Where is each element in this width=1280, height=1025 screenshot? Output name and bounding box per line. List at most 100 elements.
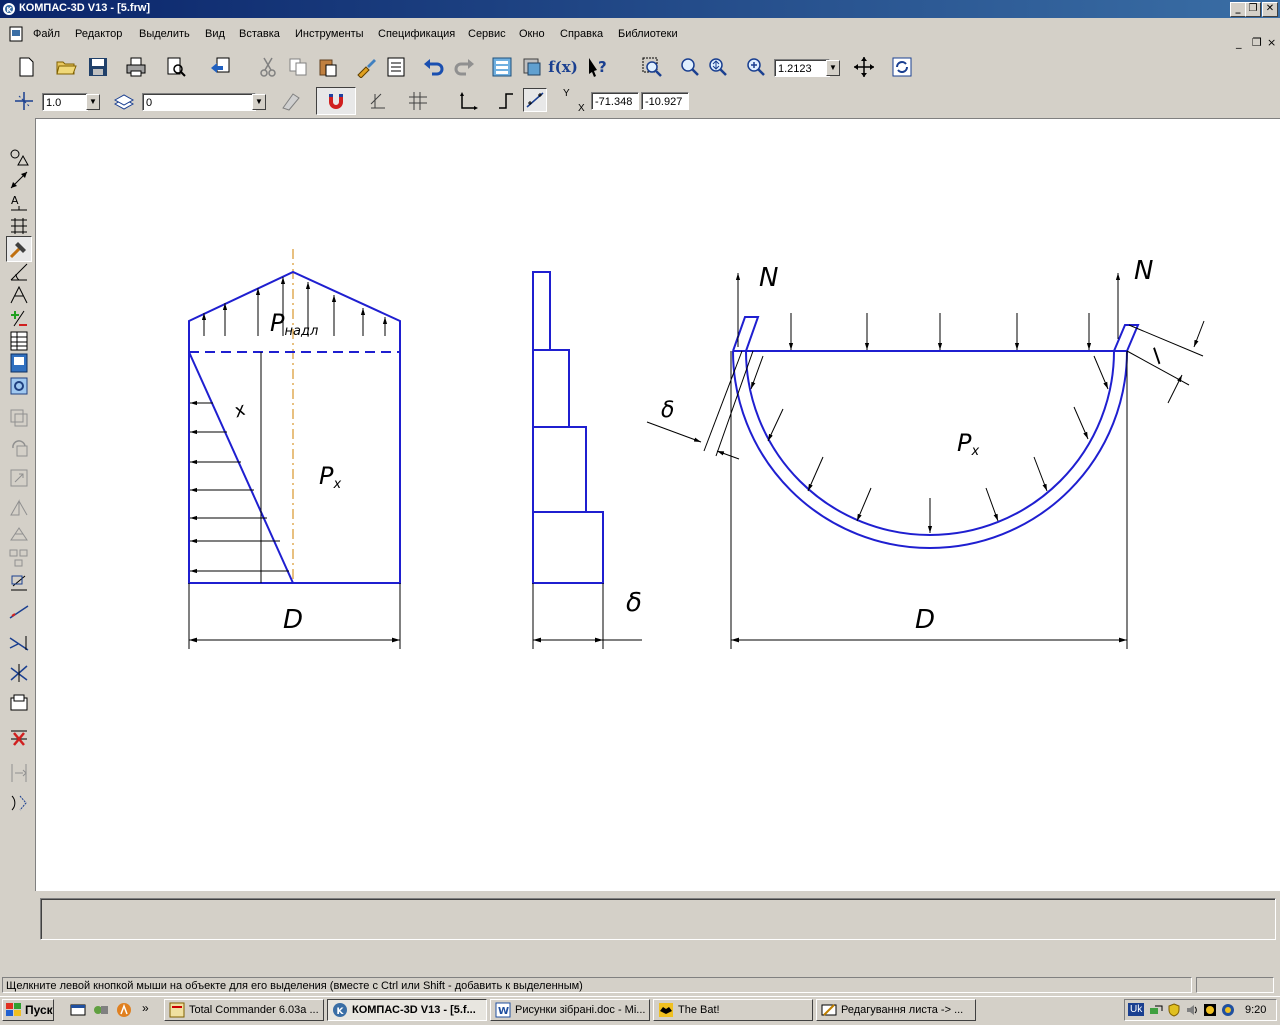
round-coords-icon <box>526 92 544 108</box>
volume-icon[interactable] <box>1185 1003 1199 1017</box>
step-input[interactable]: 1.0 <box>42 93 88 111</box>
antivirus-icon[interactable] <box>1203 1003 1217 1017</box>
shield-icon[interactable] <box>1167 1003 1181 1017</box>
layer-dropdown-button[interactable]: ▼ <box>252 94 266 110</box>
app-launcher-icon[interactable] <box>116 1002 132 1018</box>
agent-icon[interactable] <box>1221 1003 1235 1017</box>
insert-button[interactable] <box>6 373 32 399</box>
network-icon[interactable] <box>93 1002 109 1018</box>
style-button[interactable] <box>279 89 303 113</box>
grid-button[interactable] <box>406 89 430 113</box>
local-cs-button[interactable] <box>456 89 480 113</box>
group-button[interactable] <box>6 690 32 716</box>
drawing-canvas[interactable]: Pнадл x Px D δ N N δ l Px D <box>35 118 1280 891</box>
variables-button[interactable] <box>520 55 544 79</box>
rotate-button[interactable] <box>6 435 32 461</box>
zoom-window-button[interactable] <box>640 55 664 79</box>
ortho-mode-button[interactable] <box>494 89 518 113</box>
start-button[interactable]: Пуск <box>2 999 54 1021</box>
split-button[interactable] <box>6 660 32 686</box>
restore-button[interactable]: ❐ <box>1245 2 1261 17</box>
title-bar[interactable]: K КОМПАС-3D V13 - [5.frw] _ ❐ ✕ <box>0 0 1280 18</box>
zoom-input[interactable]: 1.2123 <box>774 59 830 77</box>
layer-input[interactable]: 0 <box>142 93 256 111</box>
round-coords-button[interactable] <box>523 88 547 112</box>
network-tray-icon[interactable] <box>1149 1003 1163 1017</box>
menu-service[interactable]: Сервис <box>468 28 506 40</box>
hammer-icon <box>9 242 26 259</box>
task-total-commander[interactable]: Total Commander 6.03a ... <box>164 999 324 1021</box>
task-label: КОМПАС-3D V13 - [5.f... <box>352 1004 476 1016</box>
coord-y-field[interactable]: -10.927 <box>641 92 689 110</box>
quick-launch-more[interactable]: » <box>142 1001 149 1015</box>
menu-file[interactable]: Файл <box>33 28 60 40</box>
list-button[interactable] <box>384 55 408 79</box>
new-file-button[interactable] <box>14 55 38 79</box>
menu-select[interactable]: Выделить <box>139 28 190 40</box>
mirror-button[interactable] <box>6 495 32 521</box>
layers-button[interactable] <box>112 89 136 113</box>
zoom-in-button[interactable] <box>678 55 702 79</box>
copy-button[interactable] <box>286 55 310 79</box>
zoom-scale-button[interactable] <box>706 55 730 79</box>
menu-specification[interactable]: Спецификация <box>378 28 455 40</box>
properties-button[interactable] <box>354 55 378 79</box>
mdi-close-button[interactable]: × <box>1267 36 1276 49</box>
task-label: Total Commander 6.03a ... <box>189 1004 319 1016</box>
step-cursor-button[interactable] <box>12 89 36 113</box>
open-button[interactable] <box>54 55 78 79</box>
mdi-minimize-button[interactable]: _ <box>1236 36 1242 49</box>
save-button[interactable] <box>86 55 110 79</box>
refresh-button[interactable] <box>890 55 914 79</box>
help-button[interactable]: ? <box>586 55 610 79</box>
menu-libraries[interactable]: Библиотеки <box>618 28 678 40</box>
spec-table-icon <box>10 331 28 351</box>
step-dropdown-button[interactable]: ▼ <box>86 94 100 110</box>
scale-icon <box>10 469 28 487</box>
cut-button[interactable] <box>256 55 280 79</box>
menu-insert[interactable]: Вставка <box>239 28 280 40</box>
close-button[interactable]: ✕ <box>1262 2 1278 17</box>
show-desktop-icon[interactable] <box>70 1002 86 1018</box>
coord-x-field[interactable]: -71.348 <box>591 92 639 110</box>
menu-tools[interactable]: Инструменты <box>295 28 364 40</box>
delete-button[interactable] <box>6 725 32 751</box>
paste-icon <box>319 59 337 77</box>
move-button[interactable] <box>6 405 32 431</box>
mdi-restore-button[interactable]: ❐ <box>1252 36 1262 49</box>
language-indicator[interactable]: Uk <box>1128 1003 1145 1016</box>
trim-button[interactable] <box>6 600 32 626</box>
snap-button[interactable] <box>316 87 356 115</box>
break-button[interactable] <box>6 630 32 656</box>
zoom-plus-button[interactable] <box>744 55 768 79</box>
preview-button[interactable] <box>164 55 188 79</box>
arc-icon <box>11 795 27 811</box>
minimize-button[interactable]: _ <box>1230 2 1246 17</box>
undo-button[interactable] <box>422 55 446 79</box>
fillet-button[interactable] <box>6 570 32 596</box>
scale-button[interactable] <box>6 465 32 491</box>
menu-editor[interactable]: Редактор <box>75 28 122 40</box>
paste-button[interactable] <box>316 55 340 79</box>
orthogonal-button[interactable] <box>366 89 390 113</box>
manager-button[interactable] <box>208 55 232 79</box>
print-button[interactable] <box>124 55 148 79</box>
pan-button[interactable] <box>852 55 876 79</box>
task-word[interactable]: W Рисунки зібрані.doc - Mi... <box>490 999 650 1021</box>
task-kompas[interactable]: K КОМПАС-3D V13 - [5.f... <box>327 999 487 1021</box>
arc-button[interactable] <box>6 790 32 816</box>
task-edit-letter[interactable]: Редагування листа -> ... <box>816 999 976 1021</box>
task-the-bat[interactable]: The Bat! <box>653 999 813 1021</box>
align-button[interactable] <box>6 760 32 786</box>
redo-button[interactable] <box>452 55 476 79</box>
menu-window[interactable]: Окно <box>519 28 545 40</box>
deform-button[interactable] <box>6 520 32 546</box>
menu-view[interactable]: Вид <box>205 28 225 40</box>
zoom-dropdown-button[interactable]: ▼ <box>826 60 840 76</box>
formula-button[interactable]: f(x) <box>548 55 578 79</box>
document-icon[interactable] <box>8 26 24 42</box>
copy-array-button[interactable] <box>6 545 32 571</box>
copy-icon <box>289 58 307 76</box>
menu-help[interactable]: Справка <box>560 28 603 40</box>
tree-button[interactable] <box>490 55 514 79</box>
